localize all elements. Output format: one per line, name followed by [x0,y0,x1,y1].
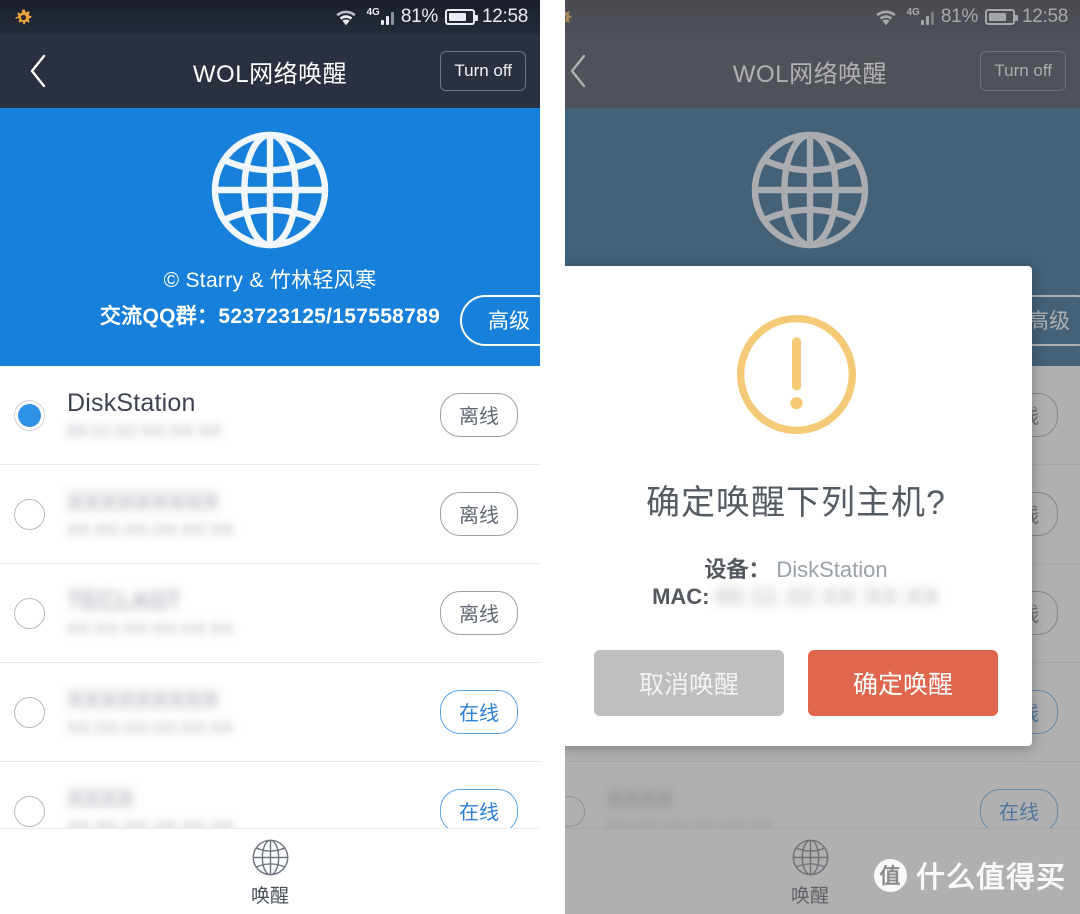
row-radio[interactable] [14,597,45,629]
dialog-mac-value: 00:11:32:XX:XX:XX [715,584,940,609]
battery-percent: 81% [400,6,438,27]
row-text: DiskStation 00:11:32:XX:XX:XX [67,389,440,442]
screenshot-stage: 4G 81% 12:58 WOL网络唤醒 Turn off © Starry &… [0,0,1080,914]
device-name: TECLAST [67,586,181,615]
globe-icon [211,131,329,249]
hero-banner: © Starry & 竹林轻风寒 交流QQ群：523723125/1575587… [0,108,540,366]
dialog-title: 确定唤醒下列主机? [646,484,946,522]
device-list: DiskStation 00:11:32:XX:XX:XX 离线 XXXXXXX… [0,366,540,861]
status-bar-left [14,8,33,27]
device-mac: XX:XX:XX:XX:XX:XX [67,522,235,540]
panel-confirm-dialog: 4G 81% 12:58 WOL网络唤醒 Turn off [540,0,1080,914]
dialog-mac-row: MAC: 00:11:32:XX:XX:XX [652,584,940,610]
row-text: XXXXXXXXX XX:XX:XX:XX:XX:XX [67,488,440,541]
status-badge[interactable]: 在线 [440,690,518,734]
row-text: XXXXXXXXX XX:XX:XX:XX:XX:XX [67,686,440,739]
table-row[interactable]: XXXXXXXXX XX:XX:XX:XX:XX:XX 离线 [0,465,540,564]
confirm-wake-button[interactable]: 确定唤醒 [808,650,998,716]
row-radio[interactable] [14,399,45,431]
device-name: DiskStation [67,388,196,417]
panel-device-list: 4G 81% 12:58 WOL网络唤醒 Turn off © Starry &… [0,0,540,914]
row-radio[interactable] [14,696,45,728]
dialog-actions: 取消唤醒 确定唤醒 [594,650,998,716]
dialog-device-key: 设备： [704,557,771,582]
status-badge[interactable]: 离线 [440,393,518,437]
watermark: 值 什么值得买 [873,854,1066,896]
network-type-label: 4G [366,6,380,18]
globe-icon [252,839,288,875]
back-button[interactable] [14,47,62,95]
device-name: XXXXXXXXX [67,487,219,516]
tab-wake-label[interactable]: 唤醒 [251,881,289,908]
watermark-badge-icon: 值 [873,858,907,892]
device-mac: XX:XX:XX:XX:XX:XX [67,621,235,639]
qq-group-text: 交流QQ群：523723125/157558789 [99,305,441,328]
row-radio[interactable] [14,795,45,827]
status-badge[interactable]: 离线 [440,591,518,635]
table-row[interactable]: DiskStation 00:11:32:XX:XX:XX 离线 [0,366,540,465]
cancel-wake-button[interactable]: 取消唤醒 [594,650,784,716]
turn-off-button[interactable]: Turn off [440,51,526,91]
gear-icon [14,8,33,27]
status-bar-right: 4G 81% 12:58 [334,6,528,28]
device-name: XXXXXXXXX [67,685,219,714]
row-radio[interactable] [14,498,45,530]
dialog-device-value: DiskStation [776,557,888,582]
wifi-icon [334,8,358,26]
signal-bars-icon: 4G [365,6,394,25]
warning-exclamation-icon [736,314,856,435]
wake-confirm-dialog: 确定唤醒下列主机? 设备： DiskStation MAC: 00:11:32:… [560,266,1032,746]
bottom-tab-bar: 唤醒 [0,828,540,914]
dialog-mac-key: MAC: [652,584,710,609]
battery-icon [444,9,478,25]
table-row[interactable]: XXXXXXXXX XX:XX:XX:XX:XX:XX 在线 [0,663,540,762]
dialog-details: 设备： DiskStation MAC: 00:11:32:XX:XX:XX [652,552,940,610]
panel-divider [540,0,565,914]
device-mac: XX:XX:XX:XX:XX:XX [67,720,235,738]
row-text: TECLAST XX:XX:XX:XX:XX:XX [67,587,440,640]
advanced-button[interactable]: 高级 [460,295,540,346]
table-row[interactable]: TECLAST XX:XX:XX:XX:XX:XX 离线 [0,564,540,663]
status-bar: 4G 81% 12:58 [0,0,540,34]
credit-text: © Starry & 竹林轻风寒 [163,269,377,292]
device-name: XXXX [67,784,135,813]
dialog-device-row: 设备： DiskStation [652,552,940,584]
status-badge[interactable]: 离线 [440,492,518,536]
watermark-text: 什么值得买 [915,862,1066,894]
clock: 12:58 [481,6,528,27]
device-mac: 00:11:32:XX:XX:XX [67,423,223,441]
nav-bar: WOL网络唤醒 Turn off [0,34,540,108]
status-badge[interactable]: 在线 [440,789,518,833]
